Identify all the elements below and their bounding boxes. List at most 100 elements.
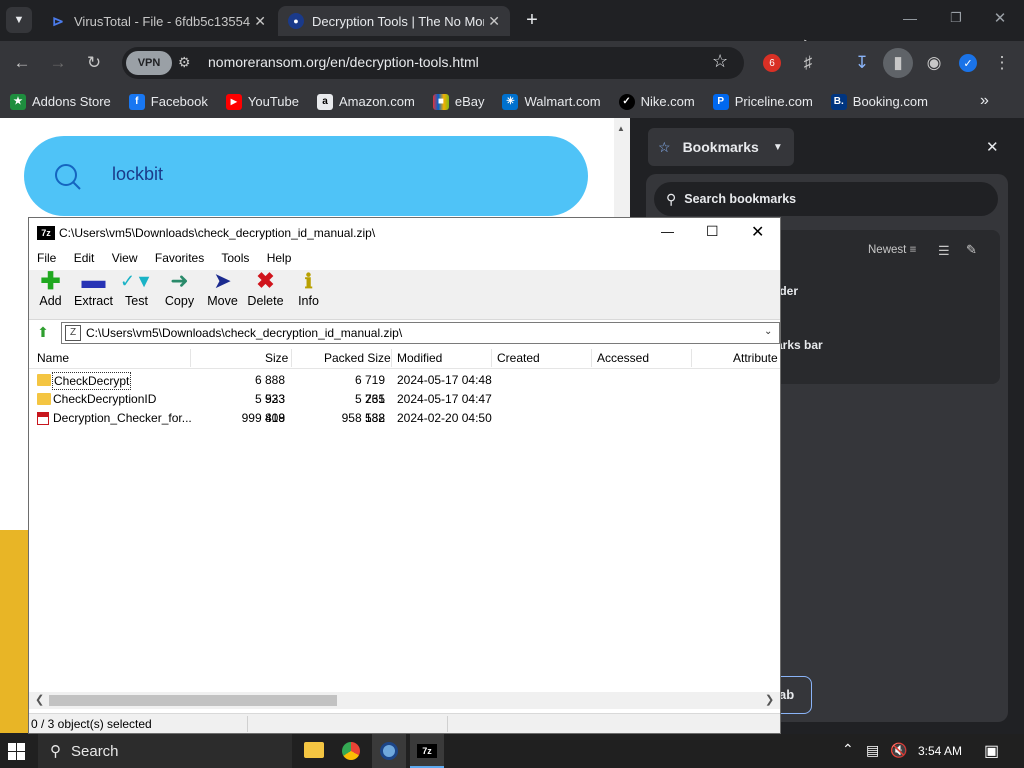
folder-up-button[interactable]: ⬆ xyxy=(33,324,53,342)
volume-muted-icon[interactable]: 🔇 xyxy=(890,742,907,759)
sevenzip-taskbar-button[interactable]: 7z xyxy=(410,734,444,768)
list-view-icon[interactable]: ☰ xyxy=(938,243,950,259)
sevenzip-minimize-button[interactable]: — xyxy=(661,224,674,239)
profile-icon[interactable]: ◉ xyxy=(920,49,948,77)
table-row[interactable]: Decryption_Checker_for... 999 808 958 13… xyxy=(29,409,780,428)
close-side-panel-button[interactable]: ✕ xyxy=(986,138,999,156)
bookmark-facebook[interactable]: f Facebook xyxy=(128,93,208,110)
address-bar[interactable]: VPN ⚙ nomoreransom.org/en/decryption-too… xyxy=(122,47,744,79)
extract-button[interactable]: ▬ Extract xyxy=(72,267,115,319)
menu-tools[interactable]: Tools xyxy=(221,251,249,265)
tab-nomoreransom[interactable]: ● Decryption Tools | The No More ✕ xyxy=(278,6,510,36)
column-attributes[interactable]: Attribute xyxy=(733,347,778,369)
walmart-icon: ✳ xyxy=(502,93,519,110)
amazon-icon: a xyxy=(316,93,333,110)
minimize-window-button[interactable]: — xyxy=(900,10,920,30)
column-packed-size[interactable]: Packed Size xyxy=(324,347,391,369)
shield-check-icon[interactable]: ✓ xyxy=(954,49,982,77)
start-button[interactable] xyxy=(8,743,25,760)
forward-button[interactable]: → xyxy=(44,49,72,77)
table-row[interactable]: CheckDecrypt 6 888 533 6 719 235 2024-05… xyxy=(29,371,780,406)
file-list-header: Name Size Packed Size Modified Created A… xyxy=(29,347,780,369)
bookmark-nike[interactable]: ✓ Nike.com xyxy=(618,93,695,110)
chevron-down-icon[interactable]: ⌄ xyxy=(764,326,772,337)
extension-lock-icon[interactable]: 6 xyxy=(758,49,786,77)
scroll-left-icon[interactable]: ❮ xyxy=(35,693,44,706)
priceline-icon: P xyxy=(712,93,729,110)
sort-newest-button[interactable]: Newest ≡ xyxy=(868,244,916,256)
column-size[interactable]: Size xyxy=(265,347,288,369)
menu-help[interactable]: Help xyxy=(267,251,292,265)
info-button[interactable]: ℹ Info xyxy=(287,270,330,319)
ransomware-search-bar[interactable]: lockbit xyxy=(24,136,588,216)
close-tab-icon[interactable]: ✕ xyxy=(254,13,266,30)
column-modified[interactable]: Modified xyxy=(397,347,442,369)
search-bookmarks-placeholder: Search bookmarks xyxy=(684,192,797,206)
search-bookmarks-field[interactable]: ⚲ Search bookmarks xyxy=(654,182,998,216)
move-button[interactable]: ➤ Move xyxy=(201,268,244,319)
menu-favorites[interactable]: Favorites xyxy=(155,251,204,265)
column-created[interactable]: Created xyxy=(497,347,540,369)
site-info-icon[interactable]: ⚙ xyxy=(178,54,191,71)
file-list: Name Size Packed Size Modified Created A… xyxy=(29,347,780,698)
facebook-icon: f xyxy=(128,93,145,110)
taskbar-search-box[interactable]: ⚲ Search xyxy=(38,734,292,768)
edit-pencil-icon[interactable]: ✎ xyxy=(966,242,977,258)
tab-search-button[interactable]: ▼ xyxy=(6,7,32,33)
notifications-icon[interactable]: ▣ xyxy=(984,741,999,761)
url-text[interactable]: nomoreransom.org/en/decryption-tools.htm… xyxy=(208,54,479,70)
more-bookmarks-icon[interactable]: » xyxy=(980,92,989,110)
scroll-thumb[interactable] xyxy=(49,695,337,706)
bookmark-priceline[interactable]: P Priceline.com xyxy=(712,93,813,110)
menu-view[interactable]: View xyxy=(112,251,138,265)
bookmarks-bar-folder-item[interactable]: arks bar xyxy=(776,338,823,352)
bookmark-ebay[interactable]: ■ eBay xyxy=(432,93,484,110)
close-tab-icon[interactable]: ✕ xyxy=(488,13,500,30)
column-accessed[interactable]: Accessed xyxy=(597,347,649,369)
chrome-taskbar-icon[interactable] xyxy=(342,742,360,760)
add-button[interactable]: ✚ Add xyxy=(29,268,72,319)
chrome-menu-icon[interactable]: ⋮ xyxy=(988,49,1016,77)
search-input[interactable]: lockbit xyxy=(112,164,163,185)
folder-icon xyxy=(37,374,51,386)
new-tab-button[interactable]: + xyxy=(520,8,544,32)
file-explorer-taskbar-icon[interactable] xyxy=(304,742,324,758)
side-panel-icon[interactable]: ▮ xyxy=(883,48,913,78)
menu-edit[interactable]: Edit xyxy=(74,251,95,265)
restore-window-button[interactable]: ❐ xyxy=(946,10,966,30)
download-icon[interactable]: ↧ xyxy=(848,49,876,77)
test-button[interactable]: ✓▼ Test xyxy=(115,270,158,319)
delete-button[interactable]: ✖ Delete xyxy=(244,268,287,319)
horizontal-scrollbar[interactable]: ❮ ❯ xyxy=(29,692,780,709)
chrome-active-taskbar-button[interactable] xyxy=(372,734,406,768)
extensions-puzzle-icon[interactable]: ♯ xyxy=(794,49,822,77)
side-panel-header-dropdown[interactable]: ☆ Bookmarks ▼ xyxy=(648,128,794,166)
copy-button[interactable]: ➜ Copy xyxy=(158,268,201,319)
bookmark-booking[interactable]: B. Booking.com xyxy=(830,93,928,110)
extract-icon: ▬ xyxy=(81,267,106,294)
side-panel-title: Bookmarks xyxy=(682,139,759,155)
bookmark-youtube[interactable]: ▶ YouTube xyxy=(225,93,299,110)
tab-virustotal[interactable]: ⊳ VirusTotal - File - 6fdb5c135540 ✕ xyxy=(40,6,276,36)
reload-button[interactable]: ↻ xyxy=(80,49,108,77)
bookmark-amazon[interactable]: a Amazon.com xyxy=(316,93,415,110)
vpn-badge[interactable]: VPN xyxy=(126,51,172,75)
bookmark-addons-store[interactable]: ★ Addons Store xyxy=(10,93,111,110)
sevenzip-close-button[interactable]: ✕ xyxy=(751,222,764,242)
network-icon[interactable]: ▤ xyxy=(866,742,879,759)
bookmark-star-icon[interactable]: ☆ xyxy=(712,51,728,72)
sevenzip-statusbar: 0 / 3 object(s) selected xyxy=(29,713,780,733)
back-button[interactable]: ← xyxy=(8,49,36,77)
sevenzip-maximize-button[interactable]: ☐ xyxy=(706,223,719,240)
clock[interactable]: 3:54 AM xyxy=(918,744,962,758)
table-row[interactable]: CheckDecryptionID 5 923 419 5 761 588 20… xyxy=(29,390,780,425)
menu-file[interactable]: File xyxy=(37,251,56,265)
close-window-button[interactable]: ✕ xyxy=(990,9,1010,29)
nomoreransom-icon: ● xyxy=(288,13,304,29)
show-hidden-icons-icon[interactable]: ⌃ xyxy=(842,741,854,758)
bookmark-walmart[interactable]: ✳ Walmart.com xyxy=(502,93,601,110)
file-modified: 2024-05-17 04:47 xyxy=(397,392,492,406)
scroll-right-icon[interactable]: ❯ xyxy=(765,693,774,706)
path-combobox[interactable]: Z C:\Users\vm5\Downloads\check_decryptio… xyxy=(61,322,780,344)
column-name[interactable]: Name xyxy=(37,347,69,369)
